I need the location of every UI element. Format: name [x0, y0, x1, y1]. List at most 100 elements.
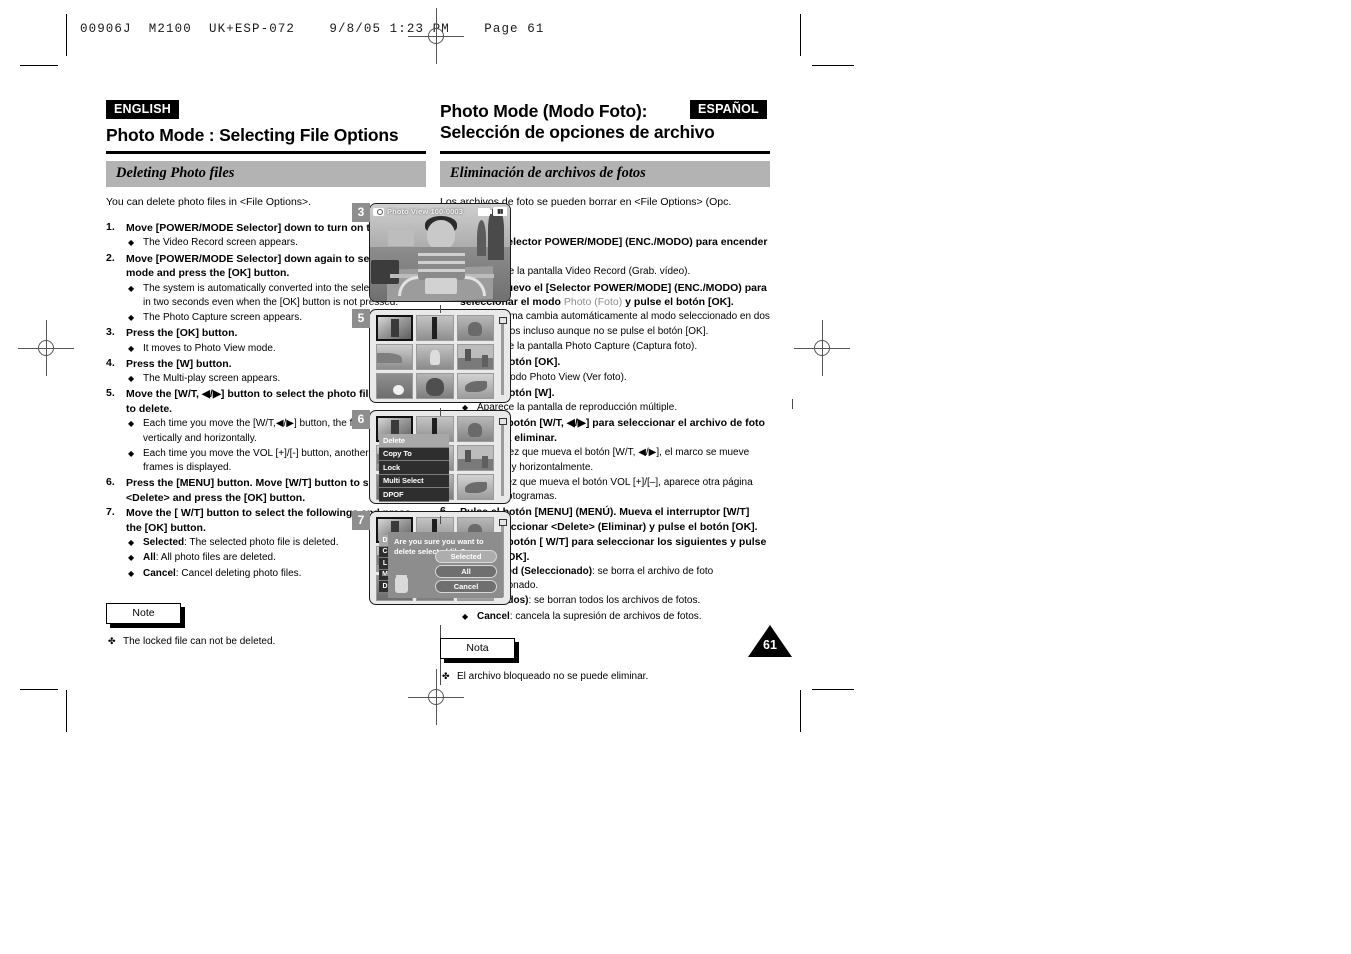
- menu-item-lock[interactable]: Lock: [379, 461, 449, 475]
- step-number: 1.: [106, 220, 115, 233]
- thumbnail-item[interactable]: [456, 416, 494, 442]
- shirt-stripe: [418, 269, 465, 272]
- shirt-stripe: [418, 253, 465, 256]
- dialog-button-all[interactable]: All: [435, 565, 497, 578]
- spanish-note-text: El archivo bloqueado no se puede elimina…: [457, 670, 649, 682]
- spanish-language-tag-wrap: ESPAÑOL: [690, 100, 767, 120]
- bullet-text: Cancel: cancela la supresión de archivos…: [477, 610, 702, 622]
- bullet-text: The Photo Capture screen appears.: [143, 311, 302, 323]
- note-marker-icon: ✤: [442, 670, 450, 681]
- thumbnail-item[interactable]: [456, 315, 494, 341]
- spanish-page-title-line2: Selección de opciones de archivo: [440, 122, 715, 143]
- english-note-label: Note: [106, 602, 181, 624]
- spanish-note-line: ✤ El archivo bloqueado no se puede elimi…: [440, 670, 770, 684]
- memory-card-icon: ▮▮: [493, 207, 507, 216]
- thumbnail-item[interactable]: [456, 373, 494, 399]
- spanish-language-tag: ESPAÑOL: [690, 100, 767, 120]
- scrollbar[interactable]: [498, 317, 507, 395]
- lcd-photo-view: Photo View 100-0003 ▮▮: [369, 203, 511, 302]
- diamond-icon: ◆: [128, 553, 135, 563]
- step-spot-word: Photo (Foto): [563, 295, 623, 308]
- menu-item-multi-select[interactable]: Multi Select: [379, 474, 449, 488]
- spanish-title-rule: [440, 151, 770, 154]
- bullet-text: Cada vez que mueva el botón [W/T, ◀/▶], …: [477, 447, 750, 473]
- step-text-post: y pulse el botón [OK].: [622, 295, 734, 308]
- diamond-icon: ◆: [128, 568, 135, 578]
- step-text-post: mode and press the [OK] button.: [126, 267, 290, 280]
- connector-line-5-6: [440, 408, 441, 416]
- thumbnail-item[interactable]: [416, 344, 454, 370]
- step-badge: 3: [352, 203, 370, 222]
- thumbnail-item[interactable]: [376, 344, 414, 370]
- spanish-note-box-wrap: Nota: [440, 637, 519, 663]
- scrollbar-knob[interactable]: [498, 317, 507, 324]
- dialog-button-group: Selected All Cancel: [435, 548, 497, 593]
- english-section-bar: Deleting Photo files: [106, 160, 426, 187]
- bullet-text: cada vez que mueva el botón VOL [+]/[–],…: [477, 476, 753, 502]
- screenshot-file-options-menu: 6 Delete Copy To Lock Multi Select DPOF: [352, 410, 512, 504]
- diamond-icon: ◆: [128, 419, 135, 429]
- step-badge: 5: [352, 309, 370, 328]
- tree-shape-secondary: [477, 220, 486, 256]
- english-note-text: The locked file can not be deleted.: [123, 635, 276, 647]
- bullet-text: Selected: The selected photo file is del…: [143, 537, 339, 549]
- diamond-icon: ◆: [128, 312, 135, 322]
- thumbnail-grid: [376, 315, 494, 399]
- menu-item-copy-to[interactable]: Copy To: [379, 447, 449, 461]
- menu-item-delete[interactable]: Delete: [379, 434, 449, 448]
- device-screenshot-column: 3 Photo View 100-0003 ▮▮ 5 6 Delete Copy…: [352, 203, 793, 612]
- thumbnail-item[interactable]: [456, 445, 494, 471]
- child-legs: [425, 278, 457, 294]
- thumbnail-item[interactable]: [376, 373, 414, 399]
- note-marker-icon: ✤: [108, 635, 116, 646]
- car-shape: [371, 260, 399, 284]
- diamond-icon: ◆: [128, 283, 135, 293]
- trash-icon: [395, 575, 408, 593]
- thumbnail-item[interactable]: [416, 315, 454, 341]
- thumbnail-item[interactable]: [456, 344, 494, 370]
- bullet-text: All: All photo files are deleted.: [143, 552, 276, 564]
- connector-line-3-5: [440, 305, 441, 313]
- screenshot-multi-play: 5: [352, 309, 512, 403]
- dialog-button-cancel[interactable]: Cancel: [435, 580, 497, 593]
- step-number: 4.: [106, 356, 115, 369]
- step-number: 5.: [106, 387, 115, 400]
- manual-page: ENGLISH Photo Mode : Selecting File Opti…: [0, 0, 1351, 954]
- step-number: 6.: [106, 476, 115, 489]
- thumbnail-item[interactable]: [416, 373, 454, 399]
- osd-bar: Photo View 100-0003 ▮▮: [370, 204, 510, 219]
- bullet-text: El sistema cambia automáticamente al mod…: [477, 311, 770, 337]
- page-number-badge: 61: [748, 625, 792, 659]
- page-number-text: 61: [763, 638, 777, 652]
- step-badge: 6: [352, 410, 370, 429]
- english-language-tag: ENGLISH: [106, 100, 179, 120]
- connector-line-6-7: [440, 516, 441, 524]
- dialog-button-selected[interactable]: Selected: [435, 550, 497, 563]
- lcd-multi-play: [369, 309, 511, 403]
- connector-line: [792, 399, 793, 409]
- screenshot-delete-confirm: 7 D C L M D Are you sure you want to del…: [352, 511, 512, 605]
- diamond-icon: ◆: [462, 611, 469, 621]
- screenshot-photo-view: 3 Photo View 100-0003 ▮▮: [352, 203, 512, 302]
- scrollbar-knob[interactable]: [498, 418, 507, 425]
- diamond-icon: ◆: [128, 343, 135, 353]
- diamond-icon: ◆: [128, 238, 135, 248]
- english-note-box-wrap: Note: [106, 602, 185, 628]
- camera-icon: [373, 207, 384, 216]
- diamond-icon: ◆: [128, 448, 135, 458]
- english-note-line: ✤ The locked file can not be deleted.: [106, 635, 426, 649]
- menu-item-dpof[interactable]: DPOF: [379, 488, 449, 502]
- battery-icon: [478, 207, 492, 216]
- step-number: 2.: [106, 251, 115, 264]
- bullet-text: The Video Record screen appears.: [143, 237, 298, 249]
- bullet-text: Cancel: Cancel deleting photo files.: [143, 567, 302, 579]
- english-page-title: Photo Mode : Selecting File Options: [106, 125, 399, 146]
- thumbnail-item[interactable]: [376, 315, 414, 341]
- thumbnail-item[interactable]: [456, 474, 494, 500]
- building-shape: [388, 230, 414, 246]
- bullet-text: Selected (Seleccionado): se borra el arc…: [477, 566, 714, 591]
- scrollbar[interactable]: [498, 418, 507, 496]
- bullet-text: The Multi-play screen appears.: [143, 373, 281, 385]
- step-badge: 7: [352, 511, 370, 530]
- scrollbar-knob[interactable]: [498, 519, 507, 526]
